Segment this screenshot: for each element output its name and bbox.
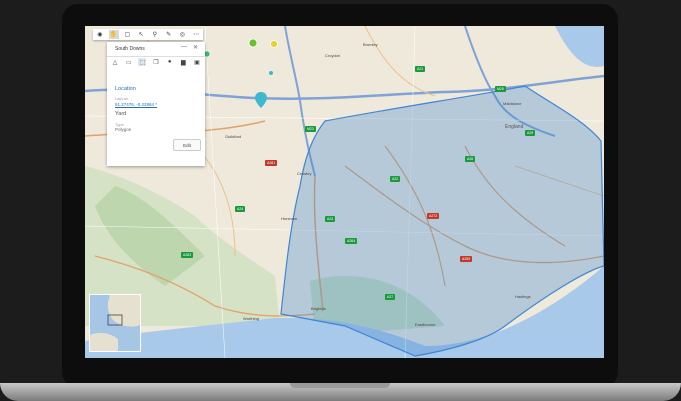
shape-icon[interactable]: ⬚ [138,58,147,66]
road-badge: A281 [265,160,278,166]
town-label-horsham: Horsham [281,216,298,221]
close-button[interactable]: ✕ [193,44,198,51]
town-label-eastbourne: Eastbourne [415,322,436,327]
folder-icon[interactable]: ▆ [179,58,187,66]
road-badge: A259 [460,256,473,262]
town-label-bromley: Bromley [363,42,378,47]
type-value: Polygon [115,127,132,132]
road-badge: A22 [390,176,401,182]
latlon-label: Lat/Lon [115,96,129,101]
town-label-worthing: Worthing [243,316,259,321]
layers-icon[interactable]: ❐ [152,58,160,66]
more-icon[interactable]: ⋯ [191,30,201,39]
location-heading: Location [115,86,136,92]
feature-name: Yard [115,111,127,117]
image-icon[interactable]: ▭ [125,58,133,66]
map-toolbar: ◉ ✋ ▢ ↖ ⚲ ✎ ◎ ⋯ [93,29,203,40]
camera-icon[interactable]: ▣ [193,58,201,66]
road-badge: A26 [465,156,476,162]
road-badge: A264 [345,238,358,244]
road-badge: M23 [305,126,316,132]
town-label-maidstone: Maidstone [503,101,522,106]
edit-button[interactable]: Edit [173,139,201,151]
coordinates-link[interactable]: 51.27476, -0.22864 * [115,102,157,107]
pin-icon[interactable]: ⚲ [150,30,160,39]
road-badge: A24 [235,206,246,212]
square-icon[interactable]: ▢ [122,30,132,39]
road-badge: A272 [427,213,440,219]
triangle-ruler-icon[interactable]: △ [111,58,119,66]
road-badge: A283 [181,252,194,258]
circle-icon[interactable]: ● [166,58,174,66]
town-label-guildford: Guildford [225,134,242,139]
pointer-icon[interactable]: ↖ [136,30,146,39]
eye-icon[interactable]: ◉ [95,30,105,39]
map-screen[interactable]: Bromley Croydon Maidstone Crawley Bright… [85,26,604,358]
road-badge: A27 [385,294,396,300]
panel-header: South Downs — ✕ [107,42,205,57]
panel-title: South Downs [115,46,145,52]
comment-icon[interactable]: ✎ [164,30,174,39]
town-label-crawley: Crawley [297,171,312,176]
minimap-canvas [90,295,140,351]
road-badge: A29 [525,130,536,136]
town-label-brighton: Brighton [311,306,326,311]
region-label-england: England [505,124,524,130]
feature-info-panel: South Downs — ✕ △ ▭ ⬚ ❐ ● ▆ ▣ Location L… [107,42,205,166]
minimize-button[interactable]: — [181,44,187,50]
road-badge: M25 [495,86,506,92]
target-icon[interactable]: ◎ [177,30,187,39]
road-badge: A21 [415,66,426,72]
panel-tabs: △ ▭ ⬚ ❐ ● ▆ ▣ [111,58,201,68]
laptop-notch [290,383,390,388]
town-label-hastings: Hastings [515,294,531,299]
town-label-croydon: Croydon [325,53,341,58]
overview-minimap[interactable] [89,294,141,352]
road-badge: A23 [325,216,336,222]
hand-icon[interactable]: ✋ [108,30,119,39]
